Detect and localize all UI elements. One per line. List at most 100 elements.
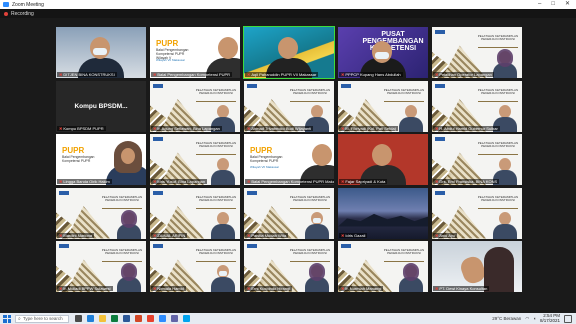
participant-tile[interactable]: PELATIHAN KETERAMPILAN PEKERJA KONSTRUKS… [56,187,146,239]
volume-icon[interactable]: ◖ [533,316,536,321]
muted-mic-icon: ✖ [153,179,157,184]
clock[interactable]: 2:54 PM 8/17/2021 [540,313,560,323]
shared-slide: PELATIHAN KETERAMPILAN PEKERJA KONSTRUKS… [432,187,522,239]
store-icon[interactable] [183,315,190,322]
participant-tile[interactable]: PELATIHAN KETERAMPILAN PEKERJA KONSTRUKS… [150,134,240,185]
shared-slide: PELATIHAN KETERAMPILAN PEKERJA KONSTRUKS… [56,187,146,239]
pupr-logo [153,244,163,248]
pupr-logo [247,190,257,195]
participant-tile[interactable]: ✖Fajar Sapriyadi & Kota [338,134,428,185]
participant-tile[interactable]: PUSAT PENGEMBANGAN KOMPETENSI ✖PPPCP Kupa… [338,27,428,78]
slide-title: PELATIHAN KETERAMPILAN PEKERJA KONSTRUKS… [477,34,519,42]
participant-name-label: ✖H. Abdul Hamid Gubernur Sulbar [433,125,500,131]
participant-name-label: ✖Idris Yusuf, Bina Lapangan [151,179,208,184]
virtual-background: PUPR Balai Pengembangan Kompetensi PUPR W… [150,27,240,78]
powerpoint-icon[interactable] [135,315,142,322]
recording-indicator: Recording [0,9,576,18]
participant-name-label: ✖Idris Gazali [339,232,368,238]
taskbar-search-input[interactable]: ⌕ Type here to search [15,314,69,323]
minimize-icon[interactable]: – [538,0,541,9]
file-explorer-icon[interactable] [99,315,106,322]
slide-title: PELATIHAN KETERAMPILAN PEKERJA KONSTRUKS… [289,194,331,202]
teams-icon[interactable] [171,315,178,322]
participant-tile[interactable]: PELATIHAN KETERAMPILAN PEKERJA KONSTRUKS… [244,241,334,292]
participant-name-label: ✖Fajar Sapriyadi & Kota [339,179,388,184]
muted-mic-icon: ✖ [435,232,439,238]
word-icon[interactable] [123,315,130,322]
participant-tile[interactable]: PUPR Balai Pengembangan Kompetensi PUPR ✖L… [56,134,146,185]
virtual-background [338,187,428,239]
participant-tile[interactable]: PELATIHAN KETERAMPILAN PEKERJA KONSTRUKS… [338,241,428,292]
weather-widget[interactable]: 29°C Berawan [492,316,521,321]
participant-tile[interactable]: PELATIHAN KETERAMPILAN PEKERJA KONSTRUKS… [244,187,334,239]
participant-tile[interactable]: ✖PT. Dewi Kinaya Konsultan [432,241,522,292]
excel-icon[interactable] [111,315,118,322]
participant-name-label: ✖ZAINAL ARIFIN [151,232,188,238]
participant-tile[interactable]: PELATIHAN KETERAMPILAN PEKERJA KONSTRUKS… [432,80,522,132]
participant-tile[interactable]: ✖Aqil Paharuddin PUPR VII Makassar [243,26,335,79]
participant-tile[interactable]: PUPR Balai Pengembangan Kompetensi PUPR Wi… [244,134,334,185]
close-icon[interactable]: ✕ [565,0,570,9]
participant-video [56,27,146,78]
participant-tile[interactable]: PELATIHAN KETERAMPILAN PEKERJA KONSTRUKS… [150,241,240,292]
muted-mic-icon: ✖ [59,286,63,291]
participant-tile[interactable]: PELATIHAN KETERAMPILAN PEKERJA KONSTRUKS… [432,134,522,185]
participant-tile[interactable]: PELATIHAN KETERAMPILAN PEKERJA KONSTRUKS… [150,187,240,239]
windows-start-icon[interactable] [3,314,11,323]
participant-tile[interactable]: PUPR Balai Pengembangan Kompetensi PUPR W… [150,27,240,78]
virtual-background: PUPR Balai Pengembangan Kompetensi PUPR Wi… [244,134,334,185]
windows-taskbar: ⌕ Type here to search 29°C Berawan ◠ ◖ 2… [0,313,576,324]
participant-name-label: ✖DITJEN BINA KONSTRUKSI [57,72,117,77]
participant-tile[interactable]: ✖Idris Gazali [338,187,428,239]
participant-tile[interactable]: PELATIHAN KETERAMPILAN PEKERJA KONSTRUKS… [432,187,522,239]
shared-slide: PELATIHAN KETERAMPILAN PEKERJA KONSTRUKS… [432,80,522,132]
participant-tile[interactable]: PELATIHAN KETERAMPILAN PEKERJA KONSTRUKS… [244,80,334,132]
muted-mic-icon: ✖ [341,286,345,291]
participant-name-label: ✖M. Fikriyadi (Kol. Pati Setda) [339,125,399,131]
shared-slide: PELATIHAN KETERAMPILAN PEKERJA KONSTRUKS… [244,187,334,239]
shared-slide: PELATIHAN KETERAMPILAN PEKERJA KONSTRUKS… [432,134,522,185]
participant-video [398,262,424,292]
shared-slide: PELATIHAN KETERAMPILAN PEKERJA KONSTRUKS… [432,27,522,78]
maximize-icon[interactable]: □ [551,0,555,9]
task-view-icon[interactable] [75,315,82,322]
participant-name-label: ✖Pelatihan Operator Lapangan [433,72,494,77]
participant-tile[interactable]: PELATIHAN KETERAMPILAN PEKERJA KONSTRUKS… [150,80,240,132]
shared-slide: PELATIHAN KETERAMPILAN PEKERJA KONSTRUKS… [150,134,240,185]
taskbar-pinned-apps [75,315,190,322]
participant-video [116,262,142,292]
muted-mic-icon: ✖ [153,232,157,238]
pupr-logo [59,244,69,248]
pupr-logo [153,190,163,195]
slide-title: PELATIHAN KETERAMPILAN PEKERJA KONSTRUKS… [101,248,143,256]
chrome-icon[interactable] [147,315,154,322]
muted-mic-icon: ✖ [341,179,345,184]
network-icon[interactable]: ◠ [525,316,529,322]
participant-video [432,241,522,292]
pupr-logo [341,244,351,248]
shared-slide: PELATIHAN KETERAMPILAN PEKERJA KONSTRUKS… [244,241,334,292]
muted-mic-icon: ✖ [247,232,251,238]
edge-icon[interactable] [87,315,94,322]
slide-title: PELATIHAN KETERAMPILAN PEKERJA KONSTRUKS… [477,194,519,202]
participant-tile[interactable]: ✖DITJEN BINA KONSTRUKSI [56,27,146,78]
search-placeholder: Type here to search [22,316,63,321]
slide-title: PELATIHAN KETERAMPILAN PEKERJA KONSTRUKS… [195,194,237,202]
participant-name-label: ✖Kompu BPSDM PUPR [57,125,106,131]
notification-icon[interactable] [564,314,572,323]
participant-name-label: ✖Lingga Banda Oirik Hakim [57,179,112,184]
muted-mic-icon: ✖ [247,72,251,77]
participant-name-label: ✖Aqil Paharuddin PUPR VII Makassar [245,72,319,77]
system-tray: 29°C Berawan ◠ ◖ 2:54 PM 8/17/2021 [492,313,572,323]
participant-tile[interactable]: PELATIHAN KETERAMPILAN PEKERJA KONSTRUKS… [338,80,428,132]
slide-title: PELATIHAN KETERAMPILAN PEKERJA KONSTRUKS… [383,248,425,256]
participant-tile[interactable]: Kompu BPSDM... ✖Kompu BPSDM PUPR [56,80,146,132]
participant-name-label: ✖Nirmala Hamid [151,286,186,291]
participant-tile[interactable]: PELATIHAN KETERAMPILAN PEKERJA KONSTRUKS… [432,27,522,78]
zoom-taskbar-icon[interactable] [159,315,166,322]
pupr-logo [153,137,163,141]
participant-tile[interactable]: PELATIHAN KETERAMPILAN PEKERJA KONSTRUKS… [56,241,146,292]
muted-mic-icon: ✖ [247,179,251,184]
pupr-logo [435,137,445,141]
participant-video [304,209,330,239]
